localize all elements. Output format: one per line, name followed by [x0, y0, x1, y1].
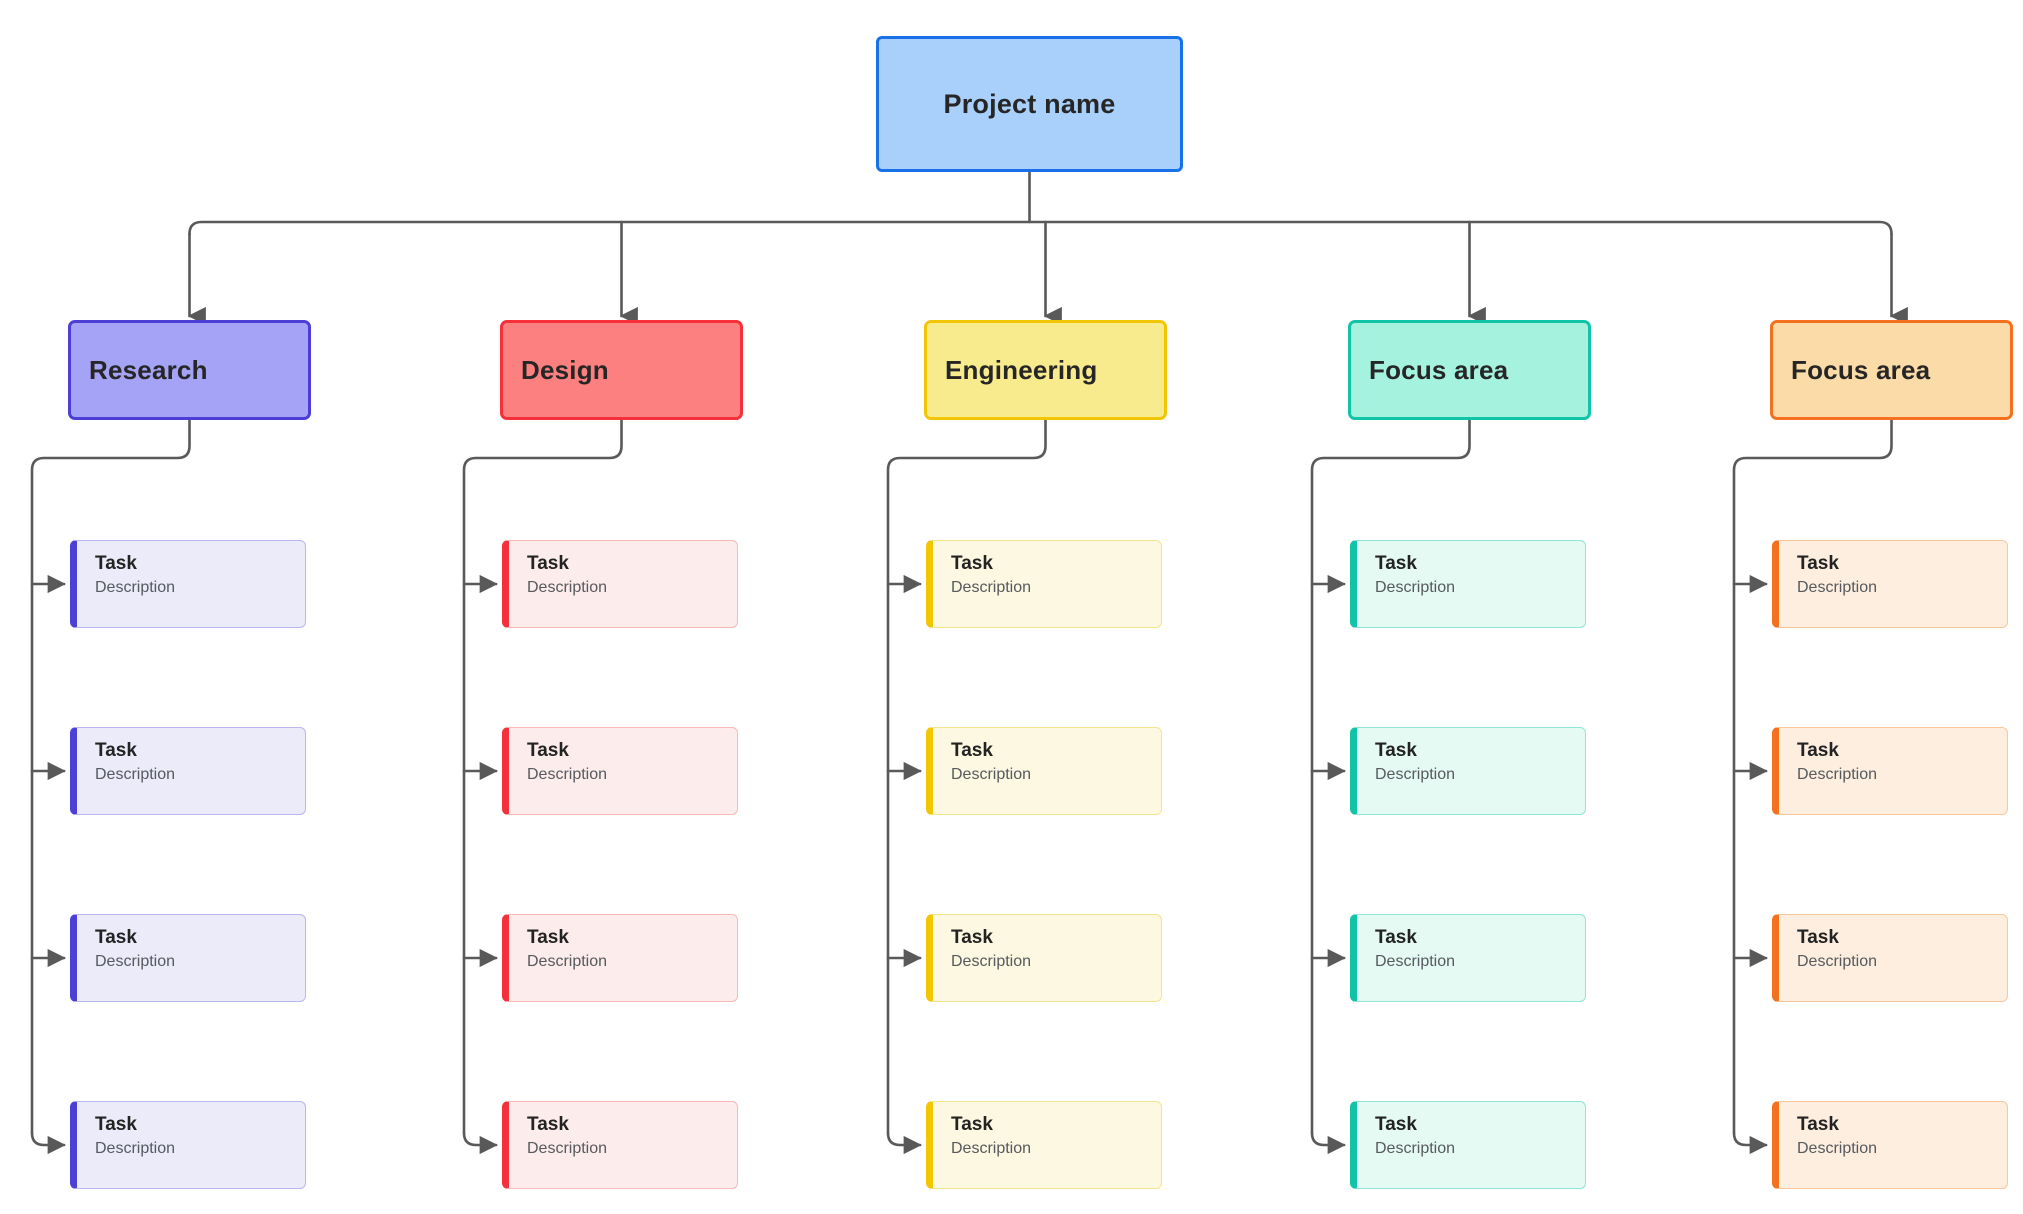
task-card-description: Description [527, 766, 608, 784]
category-node-research[interactable]: Research [68, 320, 311, 420]
category-node-label: Focus area [1791, 354, 1931, 385]
task-card-title: Task [951, 1114, 993, 1135]
task-card-title: Task [527, 740, 569, 761]
task-card-description: Description [1375, 766, 1456, 784]
task-card[interactable]: Task Description [926, 914, 1162, 1002]
task-card-description: Description [1797, 579, 1878, 597]
connector-line [886, 1131, 922, 1155]
task-card-title: Task [1797, 553, 1839, 574]
task-card-description: Description [1375, 1140, 1456, 1158]
task-card-description: Description [95, 579, 176, 597]
task-card[interactable]: Task Description [502, 914, 738, 1002]
task-card-description: Description [951, 579, 1032, 597]
task-card-description: Description [1375, 953, 1456, 971]
task-card[interactable]: Task Description [1772, 914, 2008, 1002]
connector-line [188, 220, 1893, 236]
task-card-title: Task [95, 740, 137, 761]
connector-line [1732, 1131, 1768, 1155]
task-card-description: Description [1375, 579, 1456, 597]
task-card-description: Description [95, 766, 176, 784]
category-node-label: Focus area [1369, 354, 1509, 385]
task-card-title: Task [1797, 1114, 1839, 1135]
task-card-title: Task [95, 927, 137, 948]
category-node-label: Engineering [945, 354, 1098, 385]
task-card-title: Task [951, 740, 993, 761]
task-card[interactable]: Task Description [1772, 540, 2008, 628]
task-card-title: Task [1375, 553, 1417, 574]
task-card-title: Task [95, 1114, 137, 1135]
task-card[interactable]: Task Description [1772, 1101, 2008, 1189]
task-card-title: Task [1375, 740, 1417, 761]
task-card-description: Description [527, 953, 608, 971]
task-card-title: Task [95, 553, 137, 574]
task-card[interactable]: Task Description [70, 727, 306, 815]
task-card-description: Description [95, 1140, 176, 1158]
task-card[interactable]: Task Description [1772, 727, 2008, 815]
task-card-description: Description [951, 766, 1032, 784]
task-card-description: Description [951, 953, 1032, 971]
task-card[interactable]: Task Description [70, 1101, 306, 1189]
task-card[interactable]: Task Description [1350, 914, 1586, 1002]
task-card-title: Task [527, 1114, 569, 1135]
task-card[interactable]: Task Description [70, 914, 306, 1002]
task-card-title: Task [527, 927, 569, 948]
task-card-title: Task [1797, 927, 1839, 948]
diagram-canvas: Project name Research Task Description Task… [0, 0, 2023, 1214]
task-card[interactable]: Task Description [502, 1101, 738, 1189]
task-card-title: Task [951, 553, 993, 574]
task-card-description: Description [95, 953, 176, 971]
task-card[interactable]: Task Description [1350, 1101, 1586, 1189]
task-card-description: Description [527, 579, 608, 597]
task-card-description: Description [1797, 953, 1878, 971]
task-card-title: Task [951, 927, 993, 948]
task-card[interactable]: Task Description [502, 540, 738, 628]
task-card-title: Task [1375, 1114, 1417, 1135]
task-card-title: Task [1797, 740, 1839, 761]
task-card[interactable]: Task Description [1350, 540, 1586, 628]
root-node-project-name[interactable]: Project name [876, 36, 1183, 172]
task-card-description: Description [1797, 1140, 1878, 1158]
category-node-focus-area-2[interactable]: Focus area [1770, 320, 2013, 420]
category-node-design[interactable]: Design [500, 320, 743, 420]
category-node-label: Research [89, 354, 208, 385]
task-card[interactable]: Task Description [1350, 727, 1586, 815]
task-card-title: Task [1375, 927, 1417, 948]
task-card-description: Description [527, 1140, 608, 1158]
task-card[interactable]: Task Description [926, 1101, 1162, 1189]
task-card-description: Description [1797, 766, 1878, 784]
root-node-label: Project name [943, 88, 1116, 119]
task-card[interactable]: Task Description [70, 540, 306, 628]
connector-line [30, 1131, 66, 1155]
task-card[interactable]: Task Description [502, 727, 738, 815]
task-card-description: Description [951, 1140, 1032, 1158]
connector-line [462, 1131, 498, 1155]
category-node-label: Design [521, 354, 609, 385]
task-card-title: Task [527, 553, 569, 574]
category-node-focus-area-1[interactable]: Focus area [1348, 320, 1591, 420]
task-card[interactable]: Task Description [926, 727, 1162, 815]
task-card[interactable]: Task Description [926, 540, 1162, 628]
category-node-engineering[interactable]: Engineering [924, 320, 1167, 420]
connector-line [1310, 1131, 1346, 1155]
